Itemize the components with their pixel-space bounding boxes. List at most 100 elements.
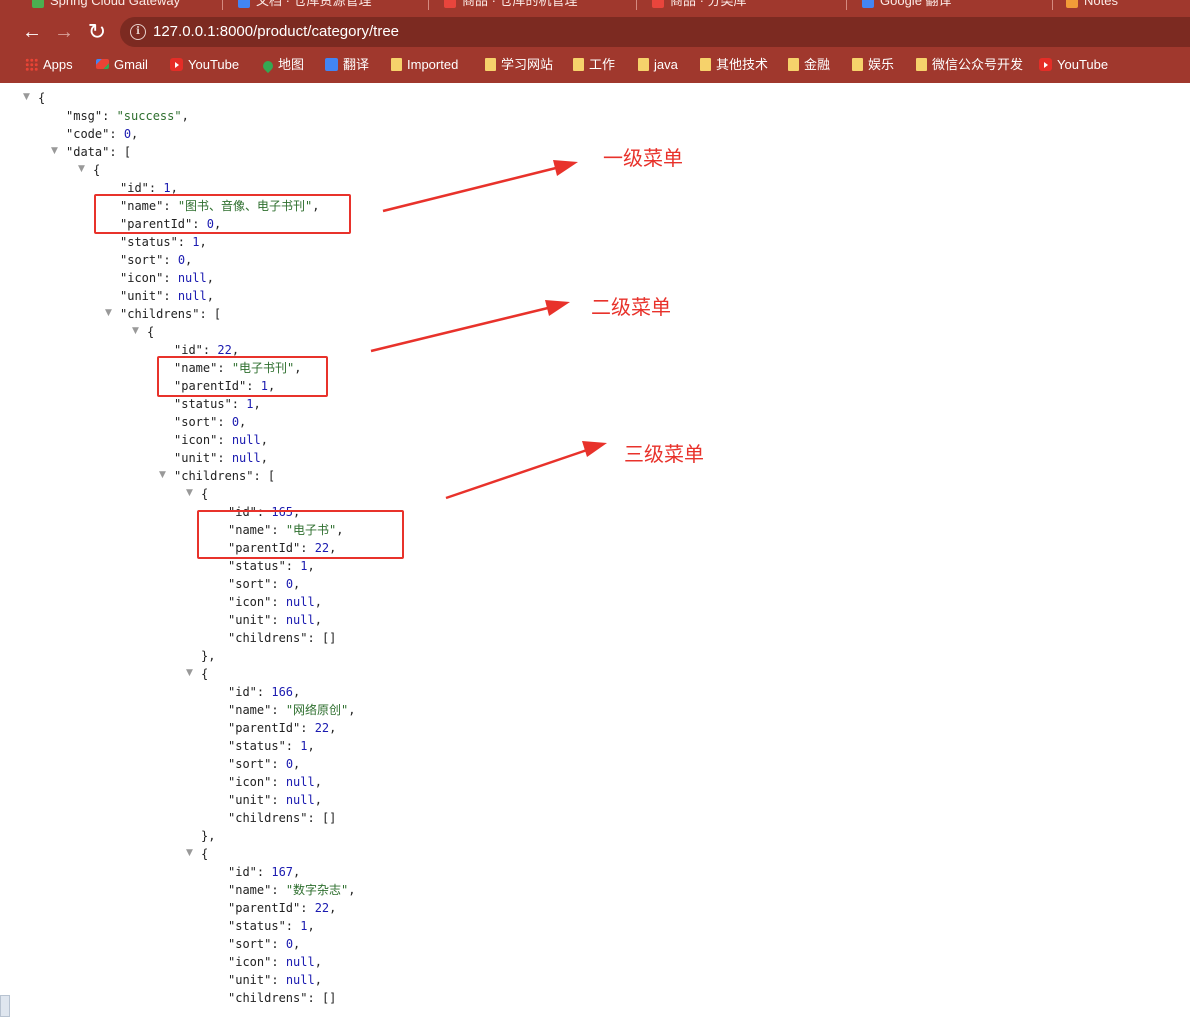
bookmark-finance[interactable]: 金融 (788, 56, 830, 74)
json-brace: { (38, 91, 46, 105)
json-value: [] (321, 631, 337, 645)
folder-icon (852, 58, 863, 71)
json-token: , (314, 595, 322, 609)
json-property: "data": [ (66, 143, 131, 161)
tab-product-1[interactable]: 商品 · 仓库的机管理 (444, 0, 578, 11)
folder-icon (700, 58, 711, 71)
json-value: 0 (177, 253, 186, 267)
json-token: : (271, 595, 286, 609)
back-button[interactable]: ← (18, 18, 46, 46)
json-token: : (271, 757, 286, 771)
tab-spring-cloud-gateway[interactable]: Spring Cloud Gateway (32, 0, 180, 11)
json-value: 22 (314, 901, 330, 915)
json-key: "sort" (228, 577, 272, 591)
bookmark-label: java (654, 57, 678, 72)
json-value: null (231, 433, 261, 447)
json-token: : (271, 973, 286, 987)
bookmark-gmail[interactable]: Gmail (96, 56, 148, 74)
site-info-icon[interactable]: i (130, 24, 146, 40)
bookmark-youtube-2[interactable]: YouTube (1039, 56, 1108, 74)
json-brace: }, (201, 829, 216, 843)
reload-button[interactable]: ↻ (83, 18, 111, 46)
json-token: , (314, 793, 322, 807)
json-property: "icon": null, (228, 593, 322, 611)
json-value: null (231, 451, 261, 465)
json-key: "icon" (228, 775, 272, 789)
json-property: "icon": null, (120, 269, 214, 287)
tab-google-translate[interactable]: Google 翻译 (862, 0, 952, 11)
json-value: 0 (285, 577, 294, 591)
collapse-toggle-icon[interactable]: ▼ (51, 146, 58, 156)
tab-label: Google 翻译 (880, 0, 952, 8)
bookmark-label: 金融 (804, 57, 831, 72)
forward-arrow-icon: → (54, 21, 74, 43)
json-token: , (293, 685, 301, 699)
bookmark-other-tech[interactable]: 其他技术 (700, 56, 768, 74)
json-value: 0 (285, 937, 294, 951)
translate-icon (325, 58, 338, 71)
tab-notes[interactable]: Notes (1066, 0, 1118, 11)
bookmark-youtube[interactable]: YouTube (170, 56, 239, 74)
collapse-toggle-icon[interactable]: ▼ (132, 326, 139, 336)
json-token: , (181, 109, 189, 123)
json-value: "success" (116, 109, 182, 123)
tab-favicon-icon (32, 0, 44, 8)
json-token: : (271, 955, 286, 969)
maps-icon (260, 58, 276, 74)
bookmark-entertainment[interactable]: 娱乐 (852, 56, 894, 74)
bookmark-java[interactable]: java (638, 56, 678, 74)
bookmark-wechat-dev[interactable]: 微信公众号开发 (916, 56, 1023, 74)
bookmark-imported[interactable]: Imported (391, 56, 458, 74)
json-token: , (170, 181, 178, 195)
json-token: , (307, 559, 315, 573)
url-text[interactable]: 127.0.0.1:8000/product/category/tree (153, 23, 399, 40)
json-key: "sort" (120, 253, 164, 267)
forward-button[interactable]: → (50, 18, 78, 46)
json-token: , (293, 865, 301, 879)
bookmark-label: YouTube (188, 57, 240, 72)
json-token: , (314, 955, 322, 969)
folder-icon (916, 58, 927, 71)
collapse-toggle-icon[interactable]: ▼ (78, 164, 85, 174)
json-token: , (185, 253, 193, 267)
json-token: : [ (199, 307, 222, 321)
json-key: "childrens" (228, 631, 308, 645)
youtube-icon (1039, 58, 1052, 71)
tab-strip: Spring Cloud Gateway 文档 · 仓库资源管理 商品 · 仓库… (0, 0, 1190, 12)
tab-favicon-icon (1066, 0, 1078, 8)
tab-product-2[interactable]: 商品 · 分类库 (652, 0, 747, 11)
json-value: 22 (217, 343, 232, 357)
highlight-box-level3 (197, 510, 404, 559)
tab-favicon-icon (652, 0, 664, 8)
tab-label: Spring Cloud Gateway (50, 0, 181, 8)
bookmark-apps[interactable]: Apps (25, 56, 73, 74)
json-token: , (206, 271, 214, 285)
json-token: : (148, 181, 164, 195)
json-token: : (271, 775, 286, 789)
collapse-toggle-icon[interactable]: ▼ (186, 668, 193, 678)
bookmark-label: 翻译 (343, 57, 370, 72)
json-key: "childrens" (228, 991, 308, 1005)
folder-icon (573, 58, 584, 71)
json-value: null (177, 289, 207, 303)
collapse-toggle-icon[interactable]: ▼ (105, 308, 112, 318)
json-key: "icon" (228, 595, 272, 609)
bookmark-maps[interactable]: 地图 (260, 56, 304, 74)
collapse-toggle-icon[interactable]: ▼ (23, 92, 30, 102)
annotation-label-level3: 三级菜单 (624, 442, 704, 466)
bookmark-work[interactable]: 工作 (573, 56, 615, 74)
collapse-toggle-icon[interactable]: ▼ (159, 470, 166, 480)
json-token: : (109, 145, 124, 159)
json-token: : (109, 127, 124, 141)
bookmark-translate[interactable]: 翻译 (325, 56, 369, 74)
collapse-toggle-icon[interactable]: ▼ (186, 488, 193, 498)
json-key: "sort" (228, 937, 272, 951)
tab-docs[interactable]: 文档 · 仓库资源管理 (238, 0, 372, 11)
tab-label: 文档 · 仓库资源管理 (256, 0, 372, 8)
collapse-toggle-icon[interactable]: ▼ (186, 848, 193, 858)
bookmark-study-sites[interactable]: 学习网站 (485, 56, 553, 74)
json-key: "unit" (228, 613, 272, 627)
address-bar[interactable]: i 127.0.0.1:8000/product/category/tree (120, 17, 1190, 47)
folder-icon (391, 58, 402, 71)
folder-icon (638, 58, 649, 71)
